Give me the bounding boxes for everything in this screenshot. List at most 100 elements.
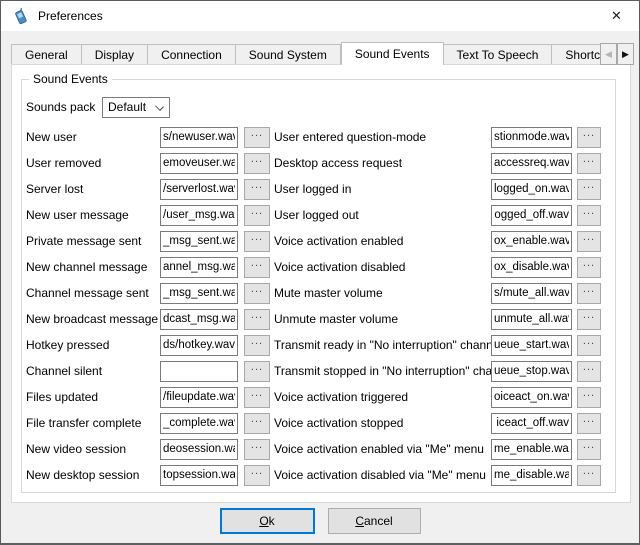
sound-event-row: New desktop session ... — [22, 462, 270, 488]
browse-button[interactable]: ... — [577, 127, 601, 148]
sound-event-row: Voice activation triggered ... — [270, 384, 615, 410]
browse-button[interactable]: ... — [244, 231, 270, 252]
sound-file-input[interactable] — [160, 361, 238, 382]
tab-shortcuts[interactable]: Shortcuts — [552, 44, 607, 65]
sound-file-input[interactable] — [491, 153, 572, 174]
sound-file-input[interactable] — [491, 127, 572, 148]
sound-file-input[interactable] — [160, 205, 238, 226]
sound-file-input[interactable] — [491, 231, 572, 252]
browse-button[interactable]: ... — [577, 309, 601, 330]
chevron-down-icon — [155, 102, 164, 111]
sounds-pack-select[interactable]: Default — [102, 97, 170, 118]
sound-event-row: Transmit ready in "No interruption" chan… — [270, 332, 615, 358]
sound-file-input[interactable] — [160, 231, 238, 252]
sounds-pack-label: Sounds pack — [26, 100, 102, 114]
browse-button[interactable]: ... — [244, 127, 270, 148]
tab-scroll-right-icon[interactable]: ▶ — [617, 43, 634, 65]
browse-button[interactable]: ... — [244, 205, 270, 226]
sound-event-row: User logged out ... — [270, 202, 615, 228]
sound-event-label: File transfer complete — [22, 416, 160, 430]
tab-text-to-speech[interactable]: Text To Speech — [444, 44, 553, 65]
tab-sound-system[interactable]: Sound System — [236, 44, 341, 65]
browse-button[interactable]: ... — [577, 335, 601, 356]
browse-button[interactable]: ... — [244, 413, 270, 434]
browse-button[interactable]: ... — [577, 465, 601, 486]
sound-event-row: User removed ... — [22, 150, 270, 176]
browse-button[interactable]: ... — [244, 439, 270, 460]
cancel-button[interactable]: Cancel — [328, 508, 421, 534]
browse-button[interactable]: ... — [244, 361, 270, 382]
sound-file-input[interactable] — [491, 283, 572, 304]
tab-general[interactable]: General — [11, 44, 82, 65]
browse-button[interactable]: ... — [577, 361, 601, 382]
browse-button[interactable]: ... — [577, 439, 601, 460]
sound-event-row: Voice activation stopped ... — [270, 410, 615, 436]
browse-button[interactable]: ... — [244, 309, 270, 330]
browse-button[interactable]: ... — [244, 465, 270, 486]
sound-file-input[interactable] — [160, 387, 238, 408]
browse-button[interactable]: ... — [577, 283, 601, 304]
browse-button[interactable]: ... — [244, 335, 270, 356]
sound-event-label: Transmit ready in "No interruption" chan… — [270, 338, 491, 352]
sound-file-input[interactable] — [160, 257, 238, 278]
browse-button[interactable]: ... — [244, 153, 270, 174]
sound-file-input[interactable] — [491, 439, 572, 460]
browse-button[interactable]: ... — [577, 387, 601, 408]
sound-event-label: New broadcast message — [22, 312, 160, 326]
sound-event-row: Channel silent ... — [22, 358, 270, 384]
sound-file-input[interactable] — [160, 413, 238, 434]
sound-file-input[interactable] — [160, 309, 238, 330]
sound-event-label: Files updated — [22, 390, 160, 404]
browse-button[interactable]: ... — [244, 283, 270, 304]
sound-event-label: Mute master volume — [270, 286, 491, 300]
sound-file-input[interactable] — [160, 335, 238, 356]
sound-event-row: New channel message ... — [22, 254, 270, 280]
sound-event-row: New broadcast message ... — [22, 306, 270, 332]
browse-button[interactable]: ... — [577, 179, 601, 200]
browse-button[interactable]: ... — [577, 153, 601, 174]
tab-connection[interactable]: Connection — [148, 44, 236, 65]
sound-file-input[interactable] — [160, 439, 238, 460]
sound-event-row: Unmute master volume ... — [270, 306, 615, 332]
browse-button[interactable]: ... — [577, 257, 601, 278]
sound-file-input[interactable] — [491, 387, 572, 408]
app-icon — [12, 8, 29, 25]
title-bar[interactable]: Preferences ✕ — [1, 1, 639, 31]
sound-file-input[interactable] — [491, 309, 572, 330]
sound-event-row: Server lost ... — [22, 176, 270, 202]
sound-file-input[interactable] — [491, 335, 572, 356]
tab-sound-events[interactable]: Sound Events — [341, 42, 444, 65]
browse-button[interactable]: ... — [577, 231, 601, 252]
sound-event-label: New user — [22, 130, 160, 144]
sound-file-input[interactable] — [491, 179, 572, 200]
sound-file-input[interactable] — [160, 127, 238, 148]
sound-event-label: Server lost — [22, 182, 160, 196]
sound-event-row: User logged in ... — [270, 176, 615, 202]
sound-file-input[interactable] — [491, 413, 572, 434]
sound-event-label: Voice activation enabled — [270, 234, 491, 248]
sound-file-input[interactable] — [160, 179, 238, 200]
sound-file-input[interactable] — [160, 465, 238, 486]
sound-event-row: New user ... — [22, 124, 270, 150]
browse-button[interactable]: ... — [244, 179, 270, 200]
sound-event-row: User entered question-mode ... — [270, 124, 615, 150]
sound-event-row: Transmit stopped in "No interruption" ch… — [270, 358, 615, 384]
tab-scroll-left-icon[interactable]: ◀ — [600, 43, 617, 65]
sound-event-row: Voice activation disabled ... — [270, 254, 615, 280]
sound-file-input[interactable] — [160, 153, 238, 174]
sound-event-label: User logged in — [270, 182, 491, 196]
sound-file-input[interactable] — [491, 205, 572, 226]
browse-button[interactable]: ... — [577, 205, 601, 226]
browse-button[interactable]: ... — [244, 257, 270, 278]
tab-display[interactable]: Display — [82, 44, 148, 65]
ok-button[interactable]: Ok — [220, 508, 315, 534]
browse-button[interactable]: ... — [577, 413, 601, 434]
sound-file-input[interactable] — [160, 283, 238, 304]
sound-file-input[interactable] — [491, 465, 572, 486]
sound-file-input[interactable] — [491, 361, 572, 382]
sound-event-label: Voice activation triggered — [270, 390, 491, 404]
close-icon[interactable]: ✕ — [594, 1, 639, 30]
browse-button[interactable]: ... — [244, 387, 270, 408]
sound-event-label: User logged out — [270, 208, 491, 222]
sound-file-input[interactable] — [491, 257, 572, 278]
